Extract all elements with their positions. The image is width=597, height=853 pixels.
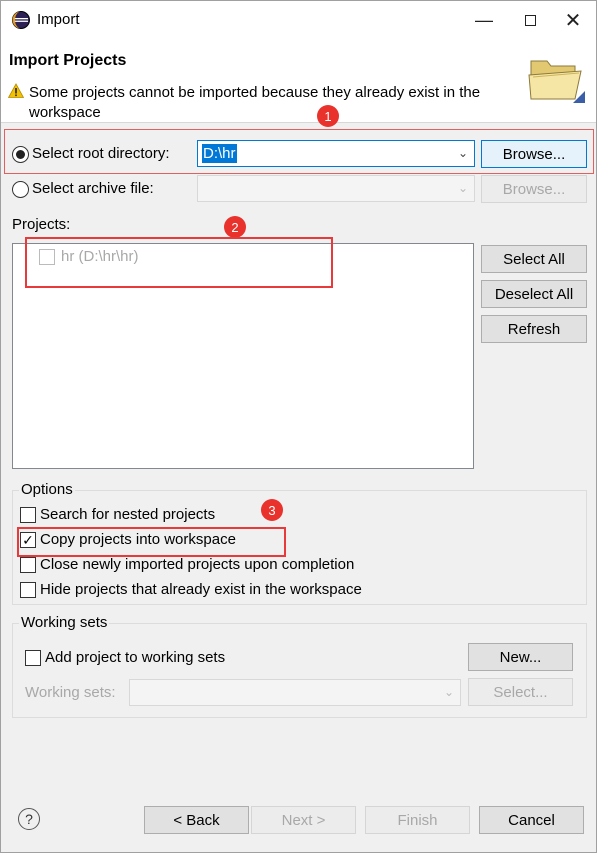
project-item-label: hr (D:\hr\hr) <box>61 248 139 265</box>
project-checkbox[interactable] <box>39 249 55 265</box>
working-sets-combo[interactable]: ⌄ <box>129 679 461 706</box>
archive-file-combo[interactable]: ⌄ <box>197 175 475 202</box>
hide-projects-checkbox[interactable] <box>20 582 36 598</box>
minimize-button[interactable]: — <box>461 1 507 39</box>
select-working-sets-button[interactable]: Select... <box>468 678 573 706</box>
browse-directory-button[interactable]: Browse... <box>481 140 587 168</box>
import-dialog: Import — ✕ Import Projects Some projects… <box>0 0 597 853</box>
deselect-all-button[interactable]: Deselect All <box>481 280 587 308</box>
callout-3: 3 <box>261 499 283 521</box>
root-directory-radio[interactable] <box>12 146 29 163</box>
title-bar: Import — ✕ <box>1 1 596 39</box>
add-to-working-sets-checkbox[interactable] <box>25 650 41 666</box>
new-working-set-button[interactable]: New... <box>468 643 573 671</box>
browse-archive-button[interactable]: Browse... <box>481 175 587 203</box>
refresh-button[interactable]: Refresh <box>481 315 587 343</box>
working-sets-title: Working sets <box>19 614 110 631</box>
nested-projects-checkbox[interactable] <box>20 507 36 523</box>
projects-label: Projects: <box>12 216 71 233</box>
working-sets-label: Working sets: <box>25 684 116 701</box>
warning-icon <box>8 83 24 98</box>
callout-1: 1 <box>317 105 339 127</box>
chevron-down-icon: ⌄ <box>443 685 454 699</box>
finish-button[interactable]: Finish <box>365 806 470 834</box>
eclipse-app-icon <box>12 11 30 29</box>
root-directory-combo[interactable]: D:\hr ⌄ <box>197 140 475 167</box>
cancel-button[interactable]: Cancel <box>479 806 584 834</box>
select-all-button[interactable]: Select All <box>481 245 587 273</box>
highlight-box-3 <box>17 527 286 557</box>
options-title: Options <box>19 481 75 498</box>
callout-2: 2 <box>224 216 246 238</box>
root-directory-label: Select root directory: <box>32 145 170 162</box>
folder-icon <box>528 60 585 103</box>
chevron-down-icon[interactable]: ⌄ <box>458 146 468 160</box>
close-projects-label: Close newly imported projects upon compl… <box>40 556 355 573</box>
nested-projects-label: Search for nested projects <box>40 506 216 523</box>
archive-file-label: Select archive file: <box>32 180 154 197</box>
hide-projects-label: Hide projects that already exist in the … <box>40 581 362 598</box>
chevron-down-icon: ⌄ <box>457 181 468 195</box>
wizard-banner: Import Projects Some projects cannot be … <box>1 39 596 123</box>
minimize-icon: — <box>475 9 493 30</box>
next-button[interactable]: Next > <box>251 806 356 834</box>
maximize-button[interactable] <box>507 1 553 39</box>
back-button[interactable]: < Back <box>144 806 249 834</box>
close-icon: ✕ <box>564 9 582 32</box>
window-title: Import <box>37 11 80 28</box>
archive-file-radio[interactable] <box>12 181 29 198</box>
root-directory-value: D:\hr <box>202 144 237 163</box>
close-button[interactable]: ✕ <box>550 1 596 39</box>
add-to-working-sets-label: Add project to working sets <box>45 649 226 666</box>
maximize-icon <box>524 14 536 26</box>
banner-title: Import Projects <box>9 52 127 69</box>
close-projects-checkbox[interactable] <box>20 557 36 573</box>
banner-message: Some projects cannot be imported because… <box>29 84 481 121</box>
help-icon[interactable]: ? <box>18 808 40 830</box>
